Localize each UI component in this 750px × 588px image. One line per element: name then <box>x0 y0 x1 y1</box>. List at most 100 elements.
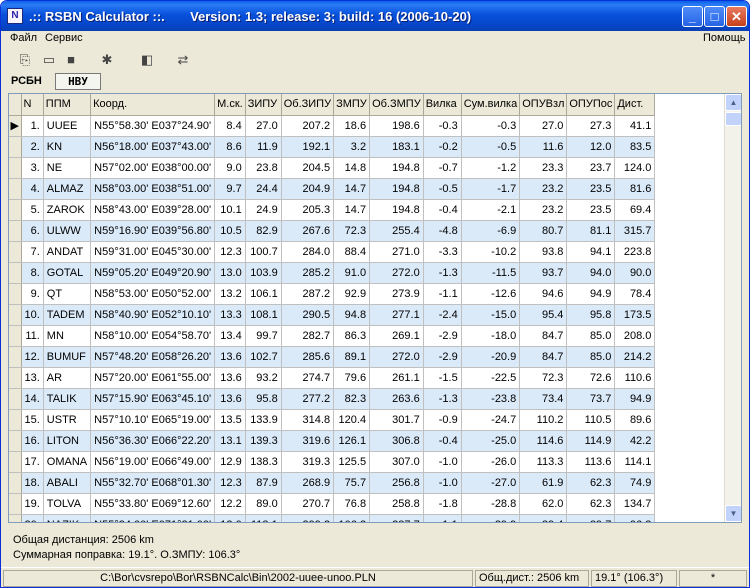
row-indicator[interactable] <box>9 430 22 452</box>
table-cell[interactable]: 106.2 <box>333 514 371 522</box>
table-cell[interactable]: 93.8 <box>519 241 568 263</box>
table-cell[interactable]: N57°15.90' E063°45.10' <box>90 388 216 410</box>
table-cell[interactable]: 83.5 <box>614 136 656 158</box>
export-icon[interactable]: ⇄ <box>173 51 193 69</box>
table-cell[interactable]: -0.5 <box>461 136 521 158</box>
table-cell[interactable]: 110.2 <box>519 409 568 431</box>
table-cell[interactable]: 301.7 <box>369 409 424 431</box>
row-indicator[interactable] <box>9 199 22 221</box>
column-header[interactable]: N <box>21 94 44 116</box>
row-indicator[interactable]: ▶ <box>9 115 22 137</box>
table-cell[interactable]: 99.7 <box>245 325 282 347</box>
table-cell[interactable]: 1. <box>21 115 44 137</box>
table-cell[interactable]: 72.3 <box>333 220 371 242</box>
table-cell[interactable]: 81.6 <box>614 178 656 200</box>
table-cell[interactable]: 14.8 <box>333 157 371 179</box>
table-cell[interactable]: -0.2 <box>423 136 462 158</box>
table-cell[interactable]: 114.1 <box>614 451 656 473</box>
table-cell[interactable]: 93.2 <box>245 367 282 389</box>
table-cell[interactable]: N55°58.30' E037°24.90' <box>90 115 216 137</box>
table-cell[interactable]: 18. <box>21 472 44 494</box>
table-cell[interactable]: 12.3 <box>214 472 246 494</box>
table-cell[interactable]: 113.6 <box>566 451 616 473</box>
table-cell[interactable]: 23.3 <box>519 157 568 179</box>
table-cell[interactable]: ANDAT <box>43 241 92 263</box>
table-cell[interactable]: -15.0 <box>461 304 521 326</box>
table-cell[interactable]: USTR <box>43 409 92 431</box>
table-cell[interactable]: -1.0 <box>423 472 462 494</box>
table-cell[interactable]: N56°19.00' E066°49.00' <box>90 451 216 473</box>
table-cell[interactable]: 285.6 <box>281 346 335 368</box>
title-bar[interactable]: N .:: RSBN Calculator ::. Version: 1.3; … <box>1 1 749 31</box>
table-cell[interactable]: 287.2 <box>281 283 335 305</box>
table-cell[interactable]: 124.0 <box>614 157 656 179</box>
table-cell[interactable]: -1.2 <box>461 157 521 179</box>
table-cell[interactable]: 274.7 <box>281 367 335 389</box>
table-cell[interactable]: 8. <box>21 262 44 284</box>
table-cell[interactable]: N57°10.10' E065°19.00' <box>90 409 216 431</box>
table-cell[interactable]: -26.0 <box>461 451 521 473</box>
column-header[interactable]: Об.ЗИПУ <box>281 94 335 116</box>
table-row[interactable]: 12. BUMUF N57°48.20' E058°26.20' 13.6 102.7 2… <box>9 346 656 368</box>
row-indicator[interactable] <box>9 220 22 242</box>
app-icon[interactable]: N <box>7 8 23 24</box>
table-row[interactable]: 20.NAZIKN55°34.00' E071°21.00'12.0118.12… <box>9 514 656 522</box>
table-cell[interactable]: 9. <box>21 283 44 305</box>
table-cell[interactable]: -0.4 <box>423 430 462 452</box>
table-cell[interactable]: 15. <box>21 409 44 431</box>
table-cell[interactable]: 27.3 <box>566 115 616 137</box>
scroll-down-arrow-icon[interactable]: ▼ <box>725 505 741 522</box>
table-cell[interactable]: N57°02.00' E038°00.00' <box>90 157 216 179</box>
table-cell[interactable]: 84.7 <box>519 346 568 368</box>
table-row[interactable]: 2. KN N56°18.00' E037°43.00' 8.6 11.9 192.1 3.… <box>9 136 656 158</box>
table-cell[interactable]: OMANA <box>43 451 92 473</box>
table-cell[interactable]: -27.0 <box>461 472 521 494</box>
table-cell[interactable]: 268.9 <box>281 472 335 494</box>
table-cell[interactable]: 3.2 <box>333 136 371 158</box>
table-row[interactable]: 17. OMANA N56°19.00' E066°49.00' 12.9 138.3 3… <box>9 451 656 473</box>
table-cell[interactable]: -1.3 <box>423 262 462 284</box>
table-cell[interactable]: 314.8 <box>281 409 335 431</box>
table-cell[interactable]: 272.0 <box>369 262 424 284</box>
table-cell[interactable]: 110.6 <box>614 367 656 389</box>
table-cell[interactable]: -28.8 <box>461 493 521 515</box>
table-cell[interactable]: 72.3 <box>519 367 568 389</box>
table-cell[interactable]: 194.8 <box>369 178 424 200</box>
table-cell[interactable]: 256.8 <box>369 472 424 494</box>
minimize-button[interactable]: _ <box>682 6 703 27</box>
column-header[interactable]: Коорд. <box>90 94 216 116</box>
table-cell[interactable]: 261.1 <box>369 367 424 389</box>
table-cell[interactable]: 13.3 <box>214 304 246 326</box>
table-cell[interactable]: 23.7 <box>566 157 616 179</box>
table-cell[interactable]: KN <box>43 136 92 158</box>
table-cell[interactable]: N56°36.30' E066°22.20' <box>90 430 216 452</box>
table-cell[interactable]: 6. <box>21 220 44 242</box>
table-cell[interactable]: 108.1 <box>245 304 282 326</box>
table-row[interactable]: 6. ULWW N59°16.90' E039°56.80' 10.5 82.9 267.… <box>9 220 656 242</box>
table-cell[interactable]: 94.6 <box>519 283 568 305</box>
table-cell[interactable]: NE <box>43 157 92 179</box>
table-cell[interactable]: MN <box>43 325 92 347</box>
table-row[interactable]: 5. ZAROK N58°43.00' E039°28.00' 10.1 24.9 205… <box>9 199 656 221</box>
scroll-up-arrow-icon[interactable]: ▲ <box>725 94 741 111</box>
table-cell[interactable]: 95.8 <box>245 388 282 410</box>
table-cell[interactable]: -10.2 <box>461 241 521 263</box>
table-cell[interactable]: TOLVA <box>43 493 92 515</box>
table-cell[interactable]: -11.5 <box>461 262 521 284</box>
table-cell[interactable]: 73.4 <box>519 388 568 410</box>
table-cell[interactable]: 12. <box>21 346 44 368</box>
table-cell[interactable]: 306.8 <box>369 430 424 452</box>
table-cell[interactable]: 192.1 <box>281 136 335 158</box>
row-indicator[interactable] <box>9 241 22 263</box>
table-cell[interactable]: -0.4 <box>423 199 462 221</box>
table-cell[interactable]: 86.3 <box>333 325 371 347</box>
table-cell[interactable]: 41.1 <box>614 115 656 137</box>
table-cell[interactable]: 17. <box>21 451 44 473</box>
table-cell[interactable]: 80.7 <box>519 220 568 242</box>
table-cell[interactable]: 94.1 <box>566 241 616 263</box>
table-cell[interactable]: 8.6 <box>214 136 246 158</box>
table-cell[interactable]: ZAROK <box>43 199 92 221</box>
table-cell[interactable]: 12.0 <box>214 514 246 522</box>
table-cell[interactable]: -23.8 <box>461 388 521 410</box>
table-cell[interactable]: 113.3 <box>519 451 568 473</box>
